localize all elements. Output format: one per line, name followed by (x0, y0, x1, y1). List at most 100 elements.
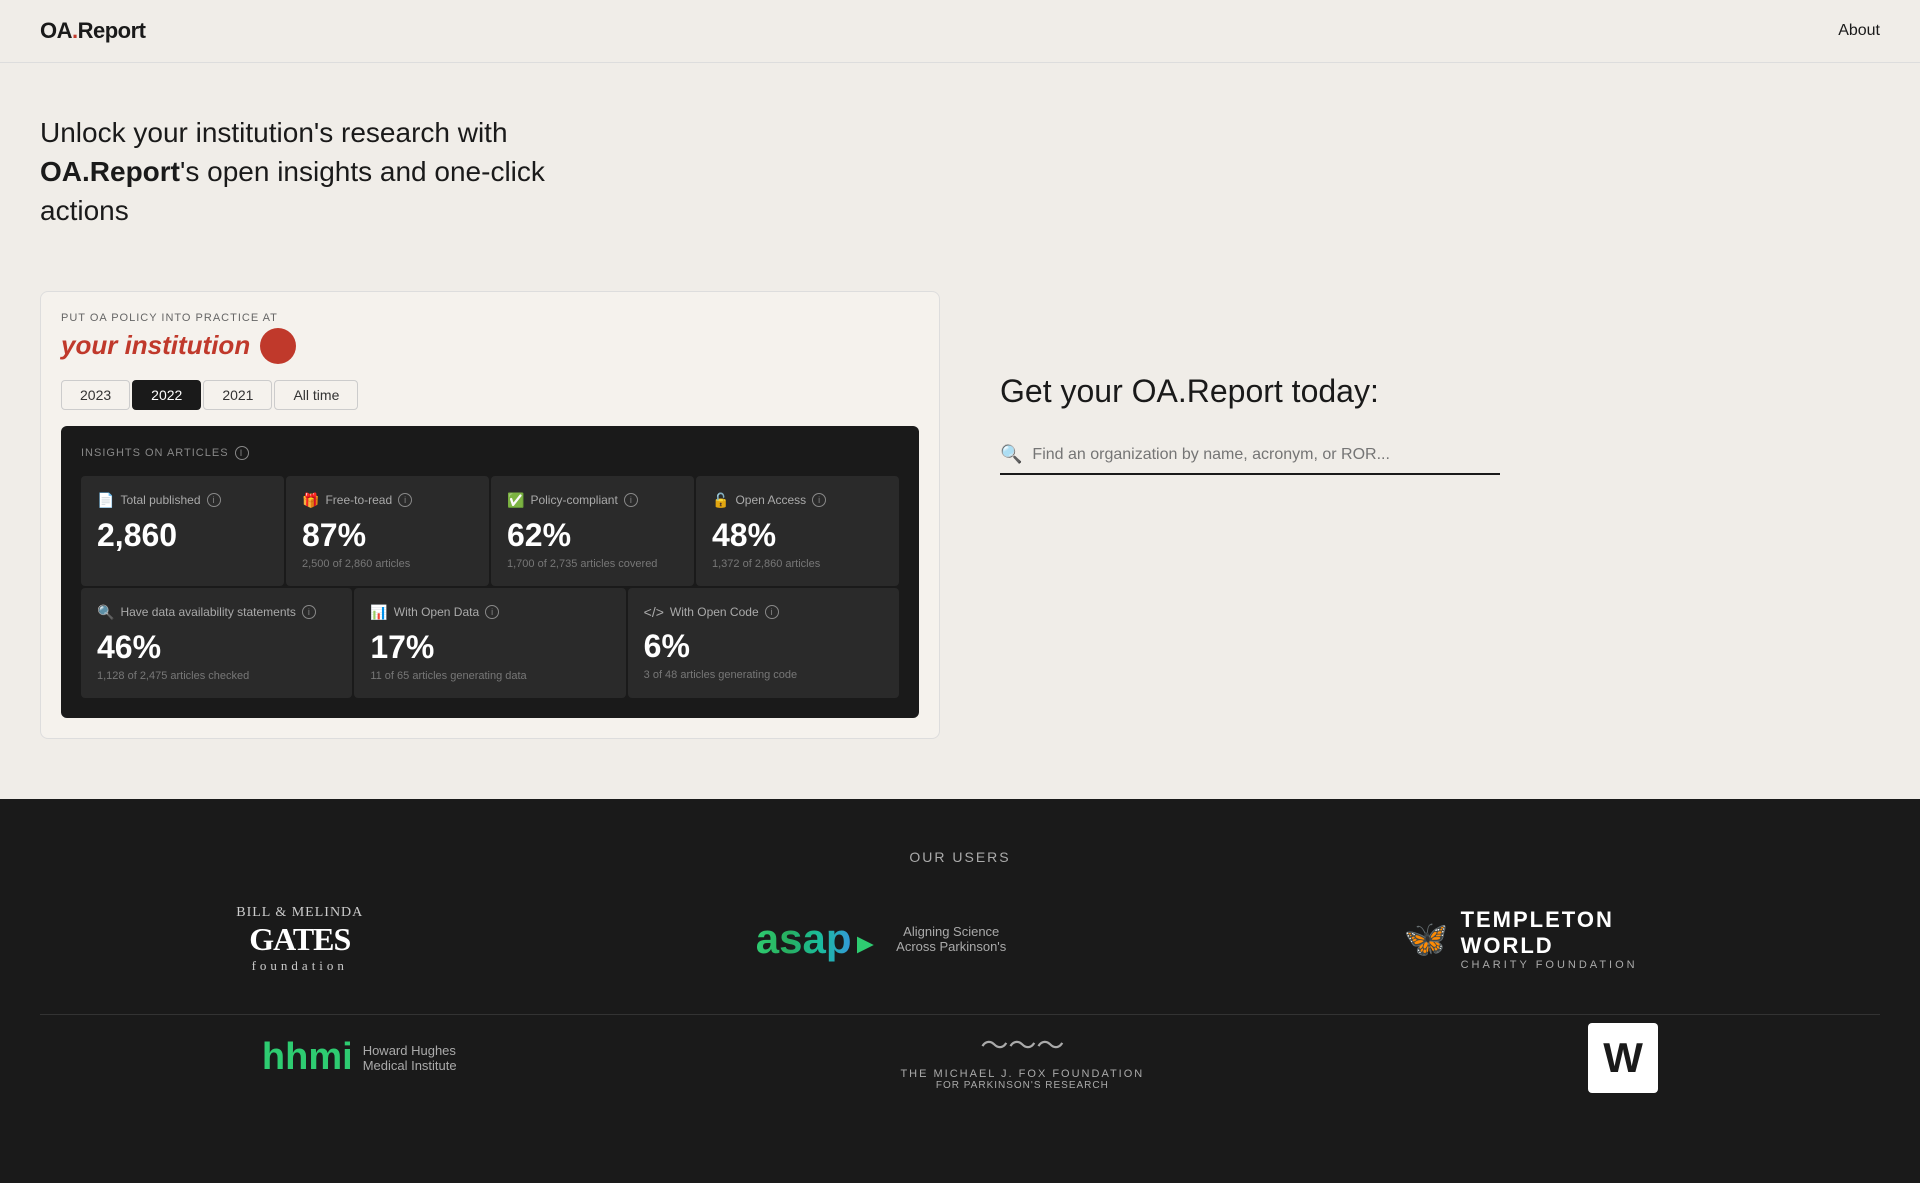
hhmi-line1: Howard Hughes (363, 1043, 457, 1058)
tab-all-time[interactable]: All time (274, 380, 358, 410)
insights-label: INSIGHTS ON ARTICLES i (81, 446, 899, 460)
asap-logo: asap► Aligning Science Across Parkinson'… (756, 915, 1011, 963)
stat-total-published: 📄 Total published i 2,860 (81, 476, 284, 586)
stat-policy-value: 62% (507, 517, 678, 554)
hhmi-logo-inner: hhmi Howard Hughes Medical Institute (262, 1036, 457, 1079)
logo: OA.Report (40, 18, 146, 44)
main-content: PUT OA POLICY INTO PRACTICE AT your inst… (0, 291, 1920, 739)
asap-desc: Aligning Science Across Parkinson's (891, 924, 1011, 954)
stat-da-label: Have data availability statements (120, 605, 295, 619)
asap-logo-inner: asap► Aligning Science Across Parkinson'… (756, 915, 1011, 963)
stat-total-value: 2,860 (97, 517, 268, 554)
unlock-icon: 🔓 (712, 492, 729, 509)
stat-free-sub: 2,500 of 2,860 articles (302, 558, 473, 570)
templeton-world-text: TEMPLETON WORLD (1461, 907, 1684, 959)
stat-oa-label: Open Access (735, 493, 806, 507)
check-icon: ✅ (507, 492, 524, 509)
stat-open-code: </> With Open Code i 6% 3 of 48 articles… (628, 588, 899, 698)
dashboard-dark: INSIGHTS ON ARTICLES i 📄 Total published… (61, 426, 919, 718)
templeton-sub-text: CHARITY FOUNDATION (1461, 959, 1684, 971)
mjf-line1: THE MICHAEL J. FOX FOUNDATION (900, 1068, 1144, 1080)
stats-grid-bottom: 🔍 Have data availability statements i 46… (81, 588, 899, 698)
gift-icon: 🎁 (302, 492, 319, 509)
tab-2023[interactable]: 2023 (61, 380, 130, 410)
stat-total-info-icon: i (207, 493, 221, 507)
stat-free-info-icon: i (398, 493, 412, 507)
stat-od-info-icon: i (485, 605, 499, 619)
hhmi-line2: Medical Institute (363, 1058, 457, 1073)
document-icon: 📄 (97, 492, 114, 509)
hero-title: Unlock your institution's research with … (40, 113, 640, 231)
right-panel: Get your OA.Report today: 🔍 (1000, 291, 1880, 476)
gates-logo-text: BILL & MELINDA GATES foundation (236, 905, 363, 974)
red-dot-icon (260, 328, 296, 364)
stat-free-to-read: 🎁 Free-to-read i 87% 2,500 of 2,860 arti… (286, 476, 489, 586)
search-input[interactable] (1032, 446, 1500, 464)
hero-section: Unlock your institution's research with … (0, 63, 1920, 291)
year-tabs: 2023 2022 2021 All time (61, 380, 919, 410)
stat-data-availability: 🔍 Have data availability statements i 46… (81, 588, 352, 698)
stat-da-sub: 1,128 of 2,475 articles checked (97, 670, 336, 682)
mjf-logo-inner: 〜〜〜 THE MICHAEL J. FOX FOUNDATION FOR PA… (900, 1024, 1144, 1091)
get-report-title: Get your OA.Report today: (1000, 371, 1880, 413)
dashboard-header: PUT OA POLICY INTO PRACTICE AT your inst… (61, 312, 919, 364)
stat-oa-info-icon: i (812, 493, 826, 507)
insights-label-text: INSIGHTS ON ARTICLES (81, 447, 229, 459)
search-icon: 🔍 (1000, 444, 1022, 465)
stat-open-access: 🔓 Open Access i 48% 1,372 of 2,860 artic… (696, 476, 899, 586)
search-box: 🔍 (1000, 436, 1500, 475)
mjf-logo: 〜〜〜 THE MICHAEL J. FOX FOUNDATION FOR PA… (900, 1024, 1144, 1091)
stat-oc-label: With Open Code (670, 605, 759, 619)
templeton-logo-inner: 🦋 TEMPLETON WORLD CHARITY FOUNDATION (1404, 907, 1684, 971)
footer-divider (40, 1014, 1880, 1015)
stats-grid-top: 📄 Total published i 2,860 🎁 Free-to-read… (81, 476, 899, 586)
stat-policy-compliant: ✅ Policy-compliant i 62% 1,700 of 2,735 … (491, 476, 694, 586)
stat-policy-header: ✅ Policy-compliant i (507, 492, 678, 509)
our-users-label: OUR USERS (40, 849, 1880, 865)
search-data-icon: 🔍 (97, 604, 114, 621)
stat-da-value: 46% (97, 629, 336, 666)
tab-2022[interactable]: 2022 (132, 380, 201, 410)
logos-row-2: hhmi Howard Hughes Medical Institute 〜〜〜… (40, 1023, 1880, 1093)
about-link[interactable]: About (1838, 22, 1880, 40)
stat-oa-sub: 1,372 of 2,860 articles (712, 558, 883, 570)
hero-title-plain: Unlock your institution's research with (40, 117, 508, 148)
wellcome-w-text: W (1603, 1034, 1643, 1082)
chart-icon: 📊 (370, 604, 387, 621)
put-oa-label: PUT OA POLICY INTO PRACTICE AT (61, 312, 919, 324)
institution-name: your institution (61, 330, 250, 361)
hhmi-name-text: Howard Hughes Medical Institute (363, 1043, 457, 1073)
header: OA.Report About (0, 0, 1920, 63)
stat-free-value: 87% (302, 517, 473, 554)
stat-oc-header: </> With Open Code i (644, 604, 883, 620)
stat-oa-header: 🔓 Open Access i (712, 492, 883, 509)
hhmi-text: hhmi (262, 1036, 353, 1079)
stat-policy-info-icon: i (624, 493, 638, 507)
asap-arrow-icon: ► (852, 928, 880, 959)
mjf-line2: FOR PARKINSON'S RESEARCH (900, 1080, 1144, 1091)
footer: OUR USERS BILL & MELINDA GATES foundatio… (0, 799, 1920, 1183)
tab-2021[interactable]: 2021 (203, 380, 272, 410)
logo-report: Report (78, 18, 146, 43)
stat-od-header: 📊 With Open Data i (370, 604, 609, 621)
logos-row-1: BILL & MELINDA GATES foundation asap► Al… (40, 905, 1880, 974)
stat-free-header: 🎁 Free-to-read i (302, 492, 473, 509)
institution-row: your institution (61, 328, 919, 364)
asap-text: asap (756, 915, 852, 962)
stat-total-label: Total published (120, 493, 200, 507)
stat-policy-label: Policy-compliant (530, 493, 617, 507)
asap-logo-block: asap► (756, 915, 879, 963)
butterfly-icon: 🦋 (1404, 918, 1449, 960)
hhmi-logo: hhmi Howard Hughes Medical Institute (262, 1036, 457, 1079)
wellcome-logo: W (1588, 1023, 1658, 1093)
stat-da-header: 🔍 Have data availability statements i (97, 604, 336, 621)
stat-oc-info-icon: i (765, 605, 779, 619)
wellcome-logo-box: W (1588, 1023, 1658, 1093)
stat-oc-value: 6% (644, 628, 883, 665)
templeton-logo: 🦋 TEMPLETON WORLD CHARITY FOUNDATION (1404, 907, 1684, 971)
stat-policy-sub: 1,700 of 2,735 articles covered (507, 558, 678, 570)
dashboard-preview: PUT OA POLICY INTO PRACTICE AT your inst… (40, 291, 940, 739)
stat-da-info-icon: i (302, 605, 316, 619)
stat-od-label: With Open Data (394, 605, 479, 619)
logo-oa: OA (40, 18, 72, 43)
